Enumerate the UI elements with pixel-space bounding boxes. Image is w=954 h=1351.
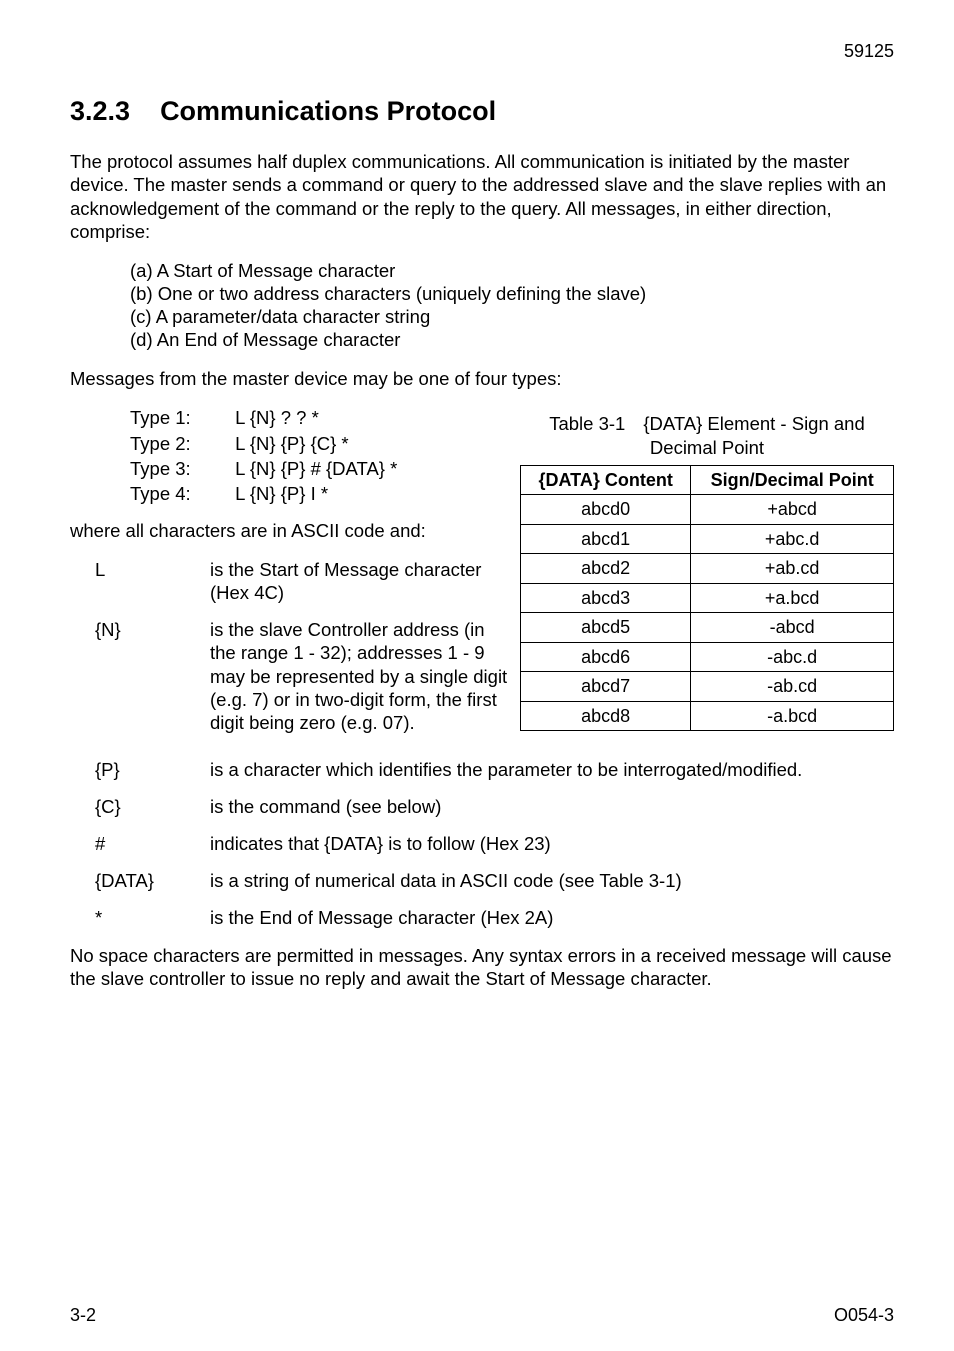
table-caption: Table 3-1 {DATA} Element - Sign and Decim… xyxy=(520,412,894,458)
definition-text: is the Start of Message character (Hex 4… xyxy=(210,558,510,604)
table-cell: +abc.d xyxy=(691,524,894,554)
type-value: L {N} {P} # {DATA} * xyxy=(235,458,397,479)
definition-term: # xyxy=(95,832,210,855)
table-row: abcd5 -abcd xyxy=(521,613,894,643)
table-cell: abcd2 xyxy=(521,554,691,584)
definition-text: indicates that {DATA} is to follow (Hex … xyxy=(210,832,894,855)
definition-text: is the End of Message character (Hex 2A) xyxy=(210,906,894,929)
paragraph-intro: The protocol assumes half duplex communi… xyxy=(70,150,894,243)
paragraph-closing: No space characters are permitted in mes… xyxy=(70,944,894,990)
type-row: Type 1: L {N} ? ? * xyxy=(130,406,510,429)
definition-text: is the command (see below) xyxy=(210,795,894,818)
paragraph-where: where all characters are in ASCII code a… xyxy=(70,519,510,542)
footer-right: O054-3 xyxy=(834,1304,894,1327)
definition-row: {C} is the command (see below) xyxy=(95,795,894,818)
table-cell: -ab.cd xyxy=(691,672,894,702)
list-item: (d) An End of Message character xyxy=(130,328,894,351)
type-value: L {N} {P} I * xyxy=(235,483,328,504)
table-cell: +abcd xyxy=(691,495,894,525)
section-number: 3.2.3 xyxy=(70,96,130,126)
table-cell: abcd6 xyxy=(521,642,691,672)
table-header-cell: {DATA} Content xyxy=(521,465,691,495)
type-row: Type 3: L {N} {P} # {DATA} * xyxy=(130,457,510,480)
table-row: abcd1 +abc.d xyxy=(521,524,894,554)
section-title: Communications Protocol xyxy=(160,96,496,126)
definition-text: is the slave Controller address (in the … xyxy=(210,618,510,734)
table-cell: -abcd xyxy=(691,613,894,643)
definition-row: {P} is a character which identifies the … xyxy=(95,758,894,781)
list-item: (b) One or two address characters (uniqu… xyxy=(130,282,894,305)
table-cell: abcd1 xyxy=(521,524,691,554)
paragraph-types-intro: Messages from the master device may be o… xyxy=(70,367,894,390)
table-cell: abcd8 xyxy=(521,701,691,731)
table-header-cell: Sign/Decimal Point xyxy=(691,465,894,495)
type-label: Type 1: xyxy=(130,406,230,429)
section-heading: 3.2.3 Communications Protocol xyxy=(70,95,894,129)
definition-row: {DATA} is a string of numerical data in … xyxy=(95,869,894,892)
type-value: L {N} ? ? * xyxy=(235,407,319,428)
list-item: (c) A parameter/data character string xyxy=(130,305,894,328)
type-row: Type 2: L {N} {P} {C} * xyxy=(130,432,510,455)
footer-left: 3-2 xyxy=(70,1304,96,1327)
definition-term: {N} xyxy=(95,618,210,734)
table-cell: abcd7 xyxy=(521,672,691,702)
definition-row: {N} is the slave Controller address (in … xyxy=(95,618,510,734)
table-cell: abcd5 xyxy=(521,613,691,643)
table-cell: +ab.cd xyxy=(691,554,894,584)
header-page-number: 59125 xyxy=(70,40,894,63)
definition-row: # indicates that {DATA} is to follow (He… xyxy=(95,832,894,855)
definition-text: is a character which identifies the para… xyxy=(210,758,894,781)
list-item: (a) A Start of Message character xyxy=(130,259,894,282)
table-label: Table 3-1 xyxy=(549,413,625,434)
table-cell: -abc.d xyxy=(691,642,894,672)
definition-term: {DATA} xyxy=(95,869,210,892)
definition-term: {P} xyxy=(95,758,210,781)
table-cell: +a.bcd xyxy=(691,583,894,613)
definition-term: {C} xyxy=(95,795,210,818)
table-row: abcd3 +a.bcd xyxy=(521,583,894,613)
definition-row: * is the End of Message character (Hex 2… xyxy=(95,906,894,929)
definition-term: * xyxy=(95,906,210,929)
type-label: Type 3: xyxy=(130,457,230,480)
type-row: Type 4: L {N} {P} I * xyxy=(130,482,510,505)
table-row: abcd6 -abc.d xyxy=(521,642,894,672)
table-row: abcd2 +ab.cd xyxy=(521,554,894,584)
definition-text: is a string of numerical data in ASCII c… xyxy=(210,869,894,892)
type-label: Type 4: xyxy=(130,482,230,505)
data-element-table: {DATA} Content Sign/Decimal Point abcd0 … xyxy=(520,465,894,732)
table-row: abcd0 +abcd xyxy=(521,495,894,525)
table-cell: abcd0 xyxy=(521,495,691,525)
table-header-row: {DATA} Content Sign/Decimal Point xyxy=(521,465,894,495)
table-cell: abcd3 xyxy=(521,583,691,613)
table-row: abcd8 -a.bcd xyxy=(521,701,894,731)
type-value: L {N} {P} {C} * xyxy=(235,433,349,454)
table-title: {DATA} Element - Sign and Decimal Point xyxy=(643,413,864,457)
definition-row: L is the Start of Message character (Hex… xyxy=(95,558,510,604)
table-cell: -a.bcd xyxy=(691,701,894,731)
definition-term: L xyxy=(95,558,210,604)
table-row: abcd7 -ab.cd xyxy=(521,672,894,702)
type-label: Type 2: xyxy=(130,432,230,455)
page-footer: 3-2 O054-3 xyxy=(70,1304,894,1327)
